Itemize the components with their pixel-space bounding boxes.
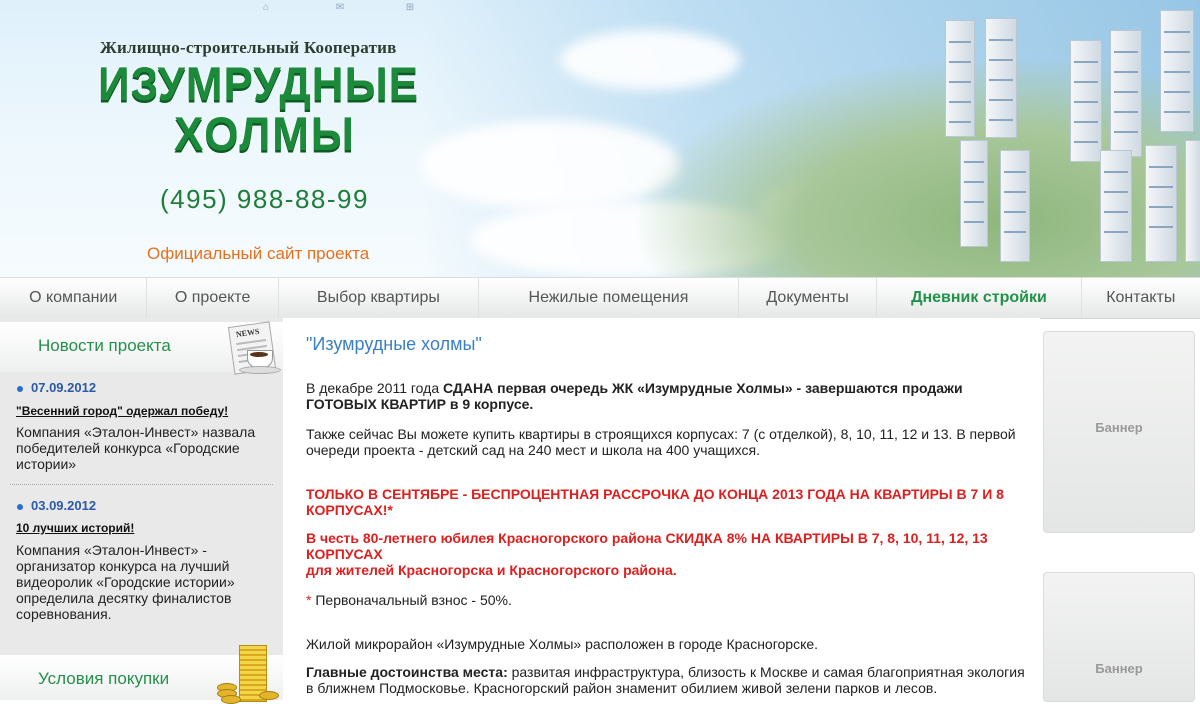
news-date: 07.09.2012 [17, 380, 96, 395]
coop-name: Жилищно-строительный Кооператив [100, 38, 397, 57]
news-headline-link[interactable]: 10 лучших историй! [16, 521, 134, 535]
nav-item-documents[interactable]: Документы [739, 278, 878, 318]
building-image [945, 20, 975, 137]
coins-building-icon [213, 645, 283, 704]
purchase-section-title[interactable]: Условия покупки [38, 669, 169, 689]
logo-line-1[interactable]: ИЗУМРУДНЫЕ [98, 58, 419, 112]
news-headline-link[interactable]: "Весенний город" одержал победу! [16, 404, 228, 418]
building-image [1100, 150, 1132, 262]
news-text: Компания «Эталон-Инвест» - организатор к… [16, 542, 235, 622]
newspaper-coffee-icon: NEWS [225, 321, 287, 378]
news-text: Компания «Эталон-Инвест» назвала победит… [16, 424, 256, 472]
banner-ad[interactable]: Баннер [1043, 572, 1195, 702]
nav-item-choose-apartment[interactable]: Выбор квартиры [279, 278, 480, 318]
building-image [1070, 40, 1102, 162]
banner-ad[interactable]: Баннер [1043, 331, 1195, 533]
building-image [1160, 10, 1194, 132]
building-image [985, 18, 1017, 138]
building-image [1145, 145, 1177, 262]
mail-icon[interactable]: ✉ [334, 3, 346, 13]
promo-discount: В честь 80-летнего юбилея Красногорского… [306, 530, 988, 578]
sitemap-icon[interactable]: ⊞ [404, 3, 416, 13]
building-image [1185, 140, 1200, 262]
nav-item-contacts[interactable]: Контакты [1082, 278, 1200, 318]
bullet-icon [17, 385, 23, 392]
news-section-title[interactable]: Новости проекта [38, 336, 171, 356]
page-title: "Изумрудные холмы" [306, 334, 482, 354]
building-image [960, 140, 988, 247]
intro-paragraph: В декабре 2011 года СДАНА первая очередь… [306, 380, 963, 412]
header: ⌂ ✉ ⊞ Жилищно-строительный Кооператив ИЗ… [0, 0, 1200, 277]
nav-item-commercial[interactable]: Нежилые помещения [479, 278, 739, 318]
location-paragraph: Жилой микрорайон «Изумрудные Холмы» расп… [306, 636, 819, 652]
news-date: 03.09.2012 [17, 498, 96, 513]
footnote: * Первоначальный взнос - 50%. [306, 592, 512, 608]
nav-item-about-project[interactable]: О проекте [147, 278, 279, 318]
building-image [1110, 30, 1142, 157]
phone-number: (495) 988-88-99 [160, 184, 369, 214]
building-image [1000, 150, 1030, 262]
promo-installment: ТОЛЬКО В СЕНТЯБРЕ - БЕСПРОЦЕНТНАЯ РАССРО… [306, 486, 1004, 518]
info-paragraph: Также сейчас Вы можете купить квартиры в… [306, 426, 1016, 458]
nav-item-construction-diary[interactable]: Дневник стройки [877, 278, 1082, 318]
bullet-icon [17, 503, 23, 510]
advantages-paragraph: Главные достоинства места: развитая инфр… [306, 664, 1025, 696]
main-content: "Изумрудные холмы" В декабре 2011 года С… [283, 318, 1040, 700]
nav-item-about-company[interactable]: О компании [0, 278, 148, 318]
logo-line-2[interactable]: ХОЛМЫ [174, 108, 356, 162]
divider [10, 484, 273, 485]
main-nav: О компании О проекте Выбор квартиры Нежи… [0, 277, 1200, 319]
tagline: Официальный сайт проекта [147, 244, 370, 263]
home-icon[interactable]: ⌂ [260, 3, 272, 13]
